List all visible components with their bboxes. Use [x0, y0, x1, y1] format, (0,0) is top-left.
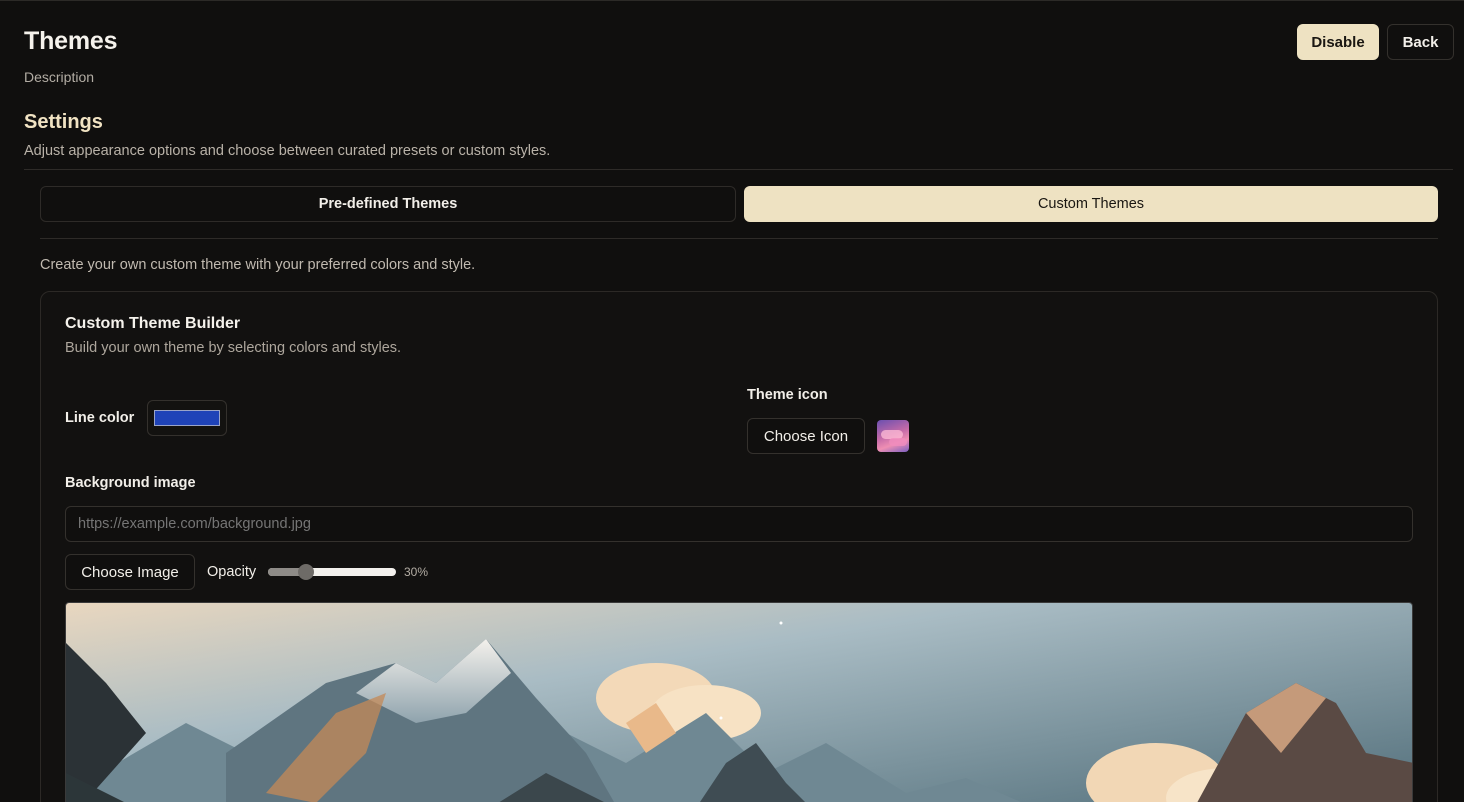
choose-icon-button[interactable]: Choose Icon — [747, 418, 865, 454]
choose-image-button[interactable]: Choose Image — [65, 554, 195, 590]
settings-title: Settings — [24, 111, 103, 133]
settings-divider — [24, 169, 1453, 170]
line-color-picker[interactable] — [147, 400, 227, 436]
tabs-divider — [40, 238, 1438, 239]
back-button[interactable]: Back — [1387, 24, 1454, 60]
page-description: Description — [24, 69, 95, 85]
disable-button[interactable]: Disable — [1297, 24, 1379, 60]
theme-icon-preview — [877, 420, 909, 452]
custom-themes-description: Create your own custom theme with your p… — [40, 257, 476, 273]
top-border — [0, 0, 1464, 1]
themes-page: Themes Description Disable Back Settings… — [0, 0, 1464, 802]
builder-title: Custom Theme Builder — [65, 315, 241, 332]
background-image-label: Background image — [65, 475, 196, 491]
page-title: Themes — [24, 27, 118, 55]
tab-predefined-themes[interactable]: Pre-defined Themes — [40, 186, 736, 222]
line-color-swatch — [154, 410, 220, 426]
tab-custom-themes[interactable]: Custom Themes — [744, 186, 1438, 222]
opacity-slider[interactable] — [268, 563, 396, 581]
mountain-landscape-image — [66, 603, 1412, 802]
theme-icon-label: Theme icon — [747, 387, 828, 403]
opacity-value: 30% — [404, 565, 429, 579]
opacity-label: Opacity — [207, 564, 257, 580]
builder-description: Build your own theme by selecting colors… — [65, 340, 402, 356]
background-image-preview — [65, 602, 1413, 802]
settings-description: Adjust appearance options and choose bet… — [24, 143, 551, 159]
line-color-label: Line color — [65, 410, 135, 426]
opacity-slider-thumb[interactable] — [298, 564, 314, 580]
background-url-input[interactable] — [65, 506, 1413, 542]
